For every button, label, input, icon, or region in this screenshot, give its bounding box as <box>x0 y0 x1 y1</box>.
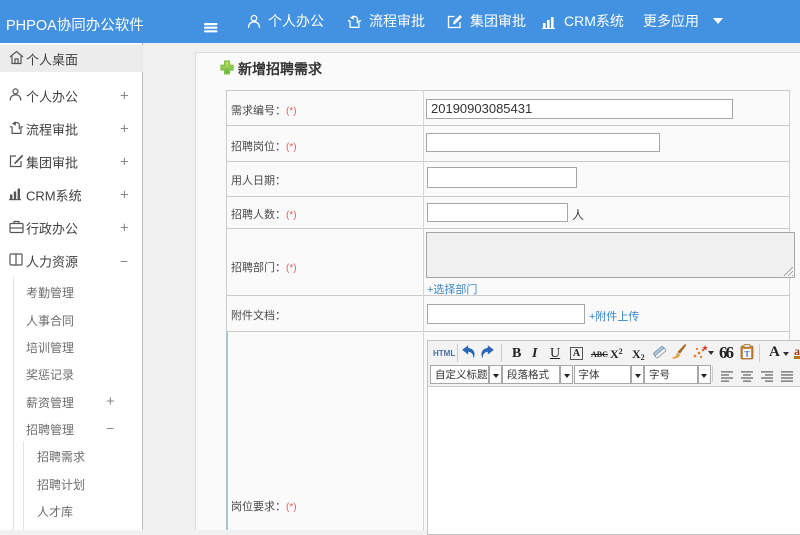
svg-text:T: T <box>744 350 750 359</box>
